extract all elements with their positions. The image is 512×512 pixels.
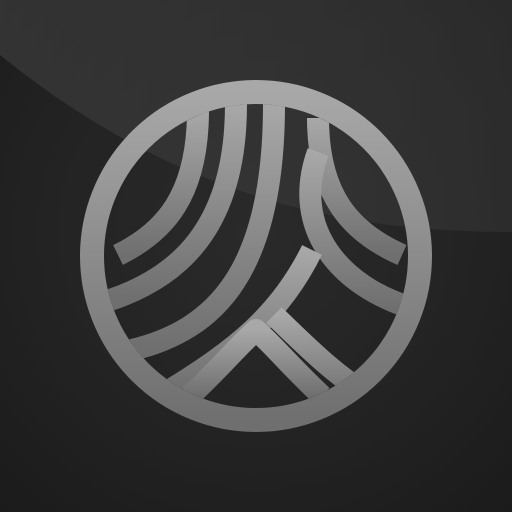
- app-icon-svg: [0, 0, 512, 432]
- app-icon-tile: [0, 0, 512, 512]
